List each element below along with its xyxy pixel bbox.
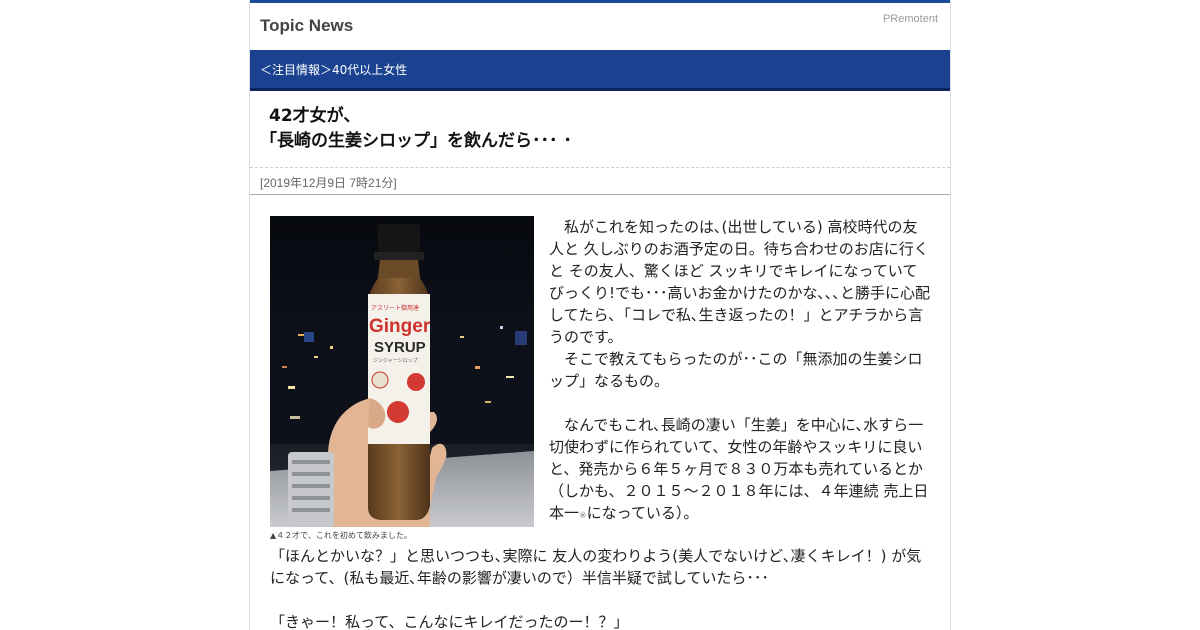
article-title: 42才女が、 「長崎の生姜シロップ」を飲んだら･･･ ･ bbox=[260, 104, 940, 154]
ginger-syrup-photo: アスリート御用達 Ginger SYRUP ジンジャーシロップ bbox=[270, 216, 534, 527]
pr-label: PRemotent bbox=[882, 13, 938, 25]
site-title[interactable]: Topic News bbox=[260, 16, 353, 36]
article-title-line-2: 「長崎の生姜シロップ」を飲んだら･･･ ･ bbox=[260, 131, 572, 151]
article-body-side: 私がこれを知ったのは､(出世している) 高校時代の友人と 久しぶりのお酒予定の日… bbox=[549, 216, 931, 527]
publish-date: [2019年12月9日 7時21分] bbox=[260, 176, 397, 190]
bottle-name-syrup: SYRUP bbox=[374, 339, 426, 356]
body-paragraph-5: 「きゃー！私って、こんなにキレイだったのー！？」 bbox=[270, 613, 629, 630]
bottle-subname: ジンジャーシロップ bbox=[373, 358, 418, 364]
article-photo: アスリート御用達 Ginger SYRUP ジンジャーシロップ bbox=[270, 216, 534, 527]
body-paragraph-1: 私がこれを知ったのは､(出世している) 高校時代の友人と 久しぶりのお酒予定の日… bbox=[549, 218, 931, 346]
body-paragraph-2: そこで教えてもらったのが･･この「無添加の生姜シロップ」なるもの。 bbox=[549, 350, 923, 390]
body-paragraph-3: なんでもこれ､長崎の凄い「生姜」を中心に､水すら一切使わずに作られていて、女性の… bbox=[549, 414, 931, 527]
article-body-full: 「ほんとかいな？」と思いつつも､実際に 友人の変わりよう(美人でないけど､凄くキ… bbox=[270, 545, 932, 630]
article-page: Topic News PRemotent ＜注目情報＞40代以上女性 42才女が… bbox=[249, 0, 951, 630]
footnote-mark: ※ bbox=[579, 511, 587, 521]
paragraph-gap-2 bbox=[270, 589, 932, 611]
breadcrumb[interactable]: ＜注目情報＞40代以上女性 bbox=[260, 61, 407, 78]
photo-caption: ▲４２才で、これを初めて飲みました。 bbox=[270, 531, 412, 540]
bottle-name-ginger: Ginger bbox=[369, 316, 431, 337]
header-divider bbox=[250, 194, 950, 195]
article-title-line-1: 42才女が、 bbox=[269, 106, 361, 126]
bottle-brand: アスリート御用達 bbox=[371, 304, 419, 312]
body-paragraph-4: 「ほんとかいな？」と思いつつも､実際に 友人の変わりよう(美人でないけど､凄くキ… bbox=[270, 547, 922, 587]
title-divider bbox=[250, 167, 950, 168]
category-bar: ＜注目情報＞40代以上女性 bbox=[250, 50, 950, 91]
body-paragraph-3-end: になっている）。 bbox=[586, 504, 699, 522]
top-accent-rule bbox=[250, 0, 950, 3]
